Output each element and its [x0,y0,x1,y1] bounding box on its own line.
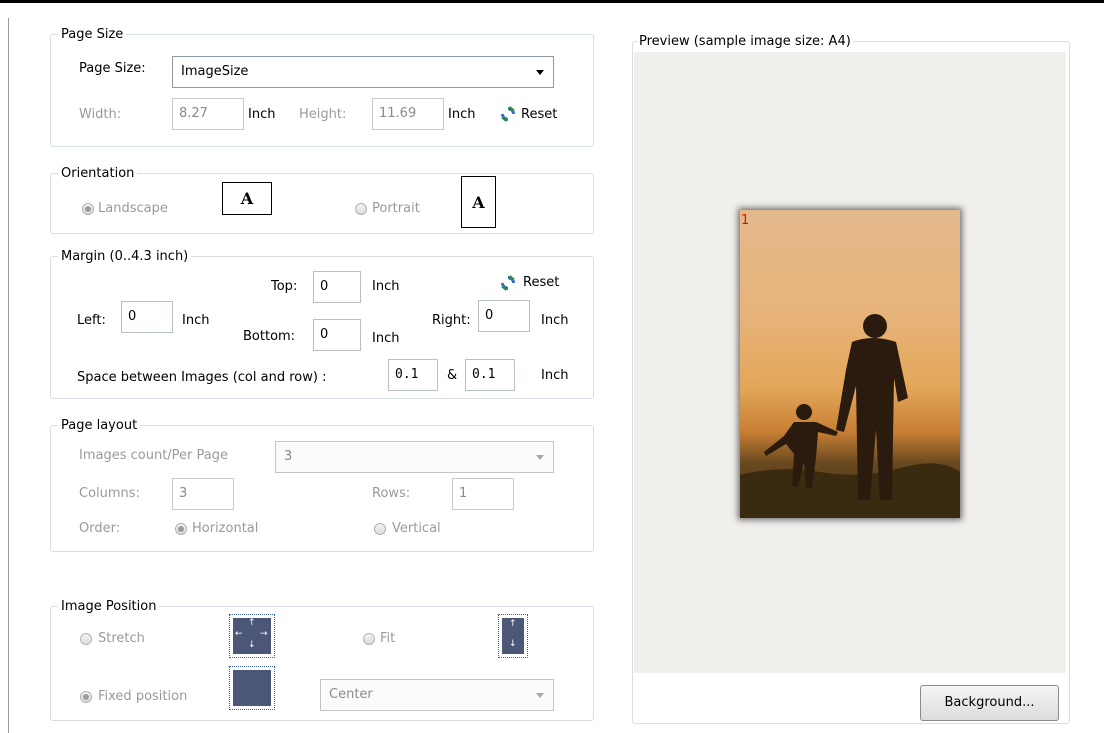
reset-icon [501,106,515,122]
bottom-input[interactable]: 0 [313,319,361,351]
fixed-position-icon [229,666,275,710]
portrait-label[interactable]: Portrait [372,201,420,216]
portrait-radio[interactable] [355,203,367,215]
margin-legend: Margin (0..4.3 inch) [61,249,189,264]
position-select[interactable]: Center [320,679,554,711]
page-size-label: Page Size: [79,61,146,76]
page-size-select[interactable]: ImageSize [172,56,554,88]
images-count-label: Images count/Per Page [79,448,228,463]
horizontal-label[interactable]: Horizontal [192,521,258,536]
space-label: Space between Images (col and row) : [77,370,327,385]
page-number: 1 [741,213,750,228]
page-size-value: ImageSize [181,64,249,79]
vertical-label[interactable]: Vertical [392,521,441,536]
page-layout-legend: Page layout [61,418,138,433]
background-button[interactable]: Background... [920,685,1059,721]
images-count-value: 3 [284,449,293,464]
reset-icon [501,275,515,291]
dropdown-arrow-icon [536,693,544,698]
reset-label: Reset [523,275,560,290]
right-label: Right: [432,313,471,328]
height-input[interactable]: 11.69 [372,98,444,130]
dropdown-arrow-icon [536,70,544,75]
fixed-position-radio[interactable] [80,691,92,703]
left-unit: Inch [182,313,210,328]
height-label: Height: [299,107,347,122]
window-top-border [0,0,1104,3]
height-unit: Inch [448,107,476,122]
fit-icon: ↑ ↓ [498,614,528,658]
stretch-radio[interactable] [80,633,92,645]
landscape-radio[interactable] [82,203,94,215]
width-label: Width: [79,107,122,122]
margin-reset-button[interactable]: Reset [499,274,569,294]
silhouette-figure [740,314,960,518]
left-input[interactable]: 0 [121,301,173,333]
stretch-label[interactable]: Stretch [98,631,145,646]
landscape-label[interactable]: Landscape [98,201,168,216]
top-input[interactable]: 0 [313,271,361,303]
space-ampersand: & [447,368,458,383]
fit-radio[interactable] [363,633,375,645]
rows-label: Rows: [372,486,411,501]
window-left-border [8,18,9,733]
position-value: Center [329,687,373,702]
horizontal-radio[interactable] [175,523,187,535]
landscape-page-icon: A [222,182,272,215]
stretch-icon: ↑ ↓ ← → [229,614,275,658]
right-unit: Inch [541,313,569,328]
width-input[interactable]: 8.27 [172,98,244,130]
orientation-legend: Orientation [61,166,135,181]
bottom-unit: Inch [372,331,400,346]
page-size-legend: Page Size [61,27,124,42]
rows-input[interactable]: 1 [452,478,514,510]
reset-label: Reset [521,107,558,122]
dropdown-arrow-icon [536,455,544,460]
top-unit: Inch [372,279,400,294]
fixed-position-label[interactable]: Fixed position [98,689,187,704]
left-label: Left: [77,313,106,328]
space-row-input[interactable]: 0.1 [465,359,515,391]
space-unit: Inch [541,368,569,383]
columns-input[interactable]: 3 [172,478,234,510]
portrait-page-icon: A [461,176,496,228]
vertical-radio[interactable] [374,523,386,535]
bottom-label: Bottom: [243,329,296,344]
page-size-reset-button[interactable]: Reset [499,104,569,124]
top-label: Top: [271,279,298,294]
fit-label[interactable]: Fit [380,631,395,646]
orientation-group: Orientation [50,166,594,234]
right-input[interactable]: 0 [478,300,530,332]
preview-legend: Preview (sample image size: A4) [639,34,851,49]
images-count-select[interactable]: 3 [275,441,554,473]
width-unit: Inch [248,107,276,122]
order-label: Order: [79,521,121,536]
preview-image: 1 [740,210,960,518]
columns-label: Columns: [79,486,140,501]
space-col-input[interactable]: 0.1 [388,359,438,391]
image-position-legend: Image Position [61,599,157,614]
